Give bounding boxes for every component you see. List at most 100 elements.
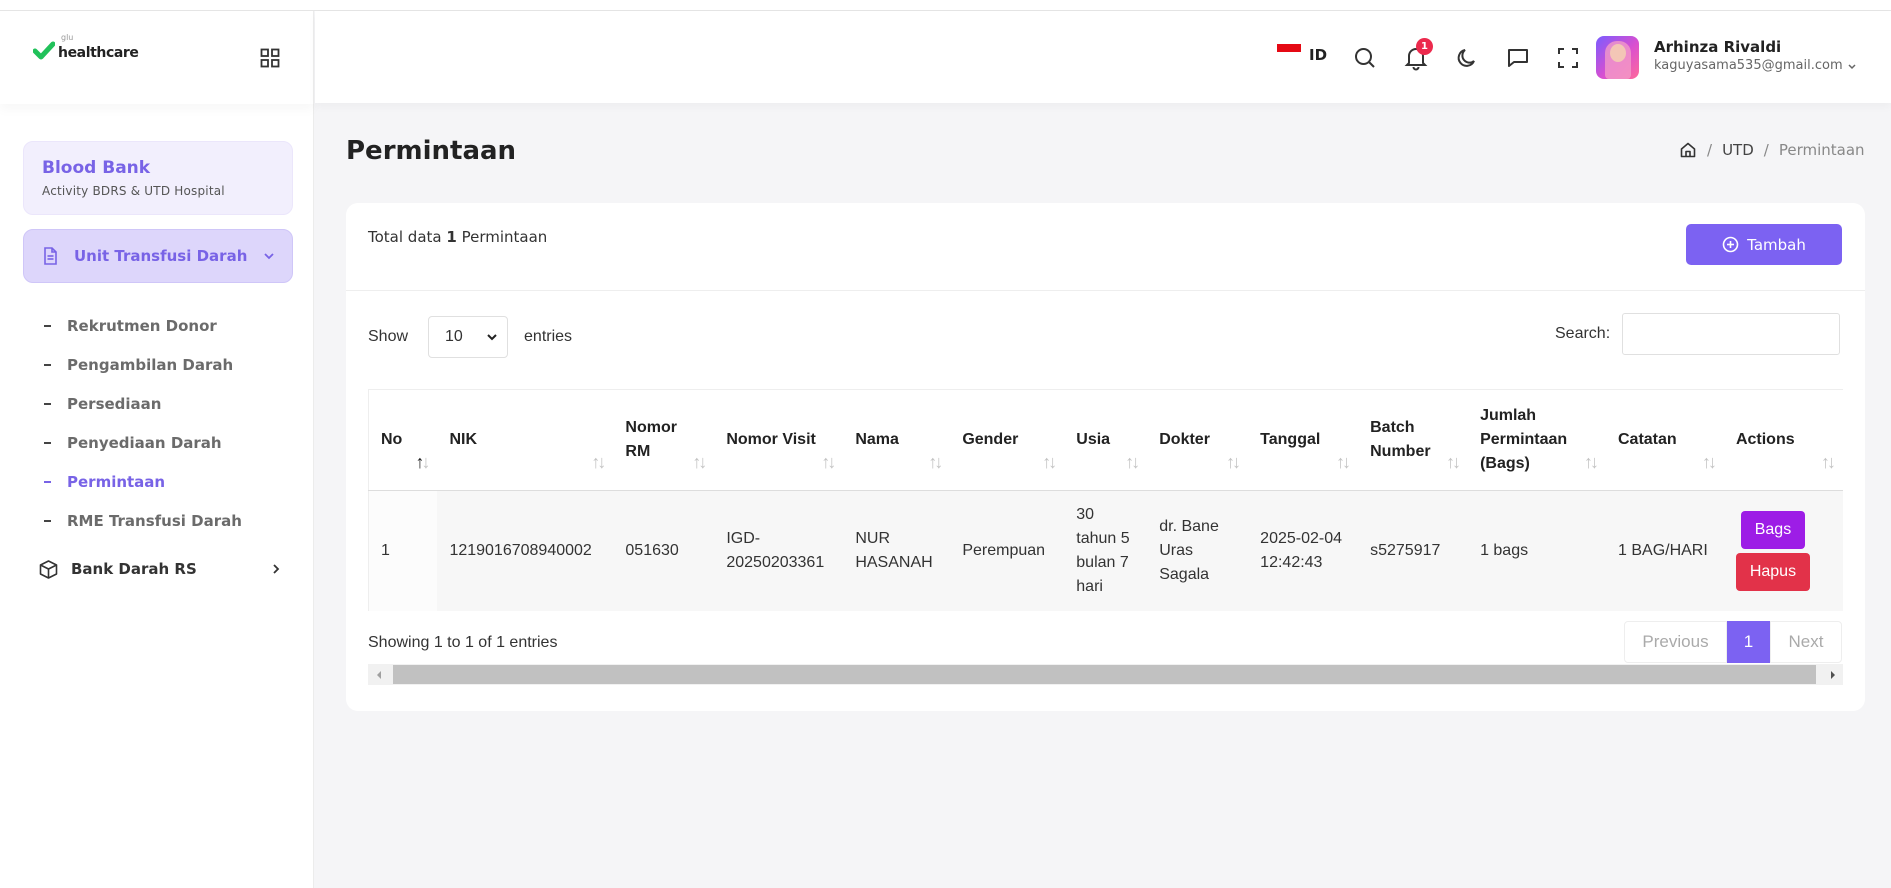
dash-icon — [44, 441, 51, 444]
cell-nama: NUR HASANAH — [843, 490, 951, 611]
cell-gender: Perempuan — [950, 490, 1065, 611]
blood-bank-subtitle: Activity BDRS & UTD Hospital — [42, 184, 225, 198]
sort-icon: ↑↓ — [1584, 452, 1599, 472]
pagination: Previous 1 Next — [1624, 621, 1842, 663]
pagination-page-1[interactable]: 1 — [1727, 621, 1770, 663]
table-container: No ↑↓ NIK ↑↓ Nomor RM ↑↓ Nomor Visit ↑↓ Nama… — [368, 389, 1843, 611]
bags-button[interactable]: Bags — [1740, 511, 1805, 549]
submenu-label: Rekrutmen Donor — [67, 316, 217, 335]
language-switcher[interactable]: ID — [1277, 44, 1328, 64]
col-actions[interactable]: Actions ↑↓ — [1723, 389, 1843, 491]
col-jumlah-permintaan[interactable]: Jumlah Permintaan (Bags) ↑↓ — [1468, 389, 1606, 491]
cell-batch-number: s5275917 — [1358, 490, 1469, 611]
submenu-item-permintaan[interactable]: Permintaan — [44, 462, 242, 501]
scroll-left-arrow-icon[interactable] — [368, 664, 389, 685]
dash-icon — [44, 324, 51, 327]
col-nomor-rm[interactable]: Nomor RM ↑↓ — [613, 389, 715, 491]
add-button[interactable]: Tambah — [1686, 224, 1842, 265]
chat-icon[interactable] — [1505, 45, 1531, 71]
moon-icon[interactable] — [1454, 45, 1480, 71]
logo-name: healthcare — [58, 44, 139, 61]
permintaan-table: No ↑↓ NIK ↑↓ Nomor RM ↑↓ Nomor Visit ↑↓ Nama… — [368, 389, 1843, 611]
sort-icon: ↑↓ — [928, 452, 943, 472]
chevron-down-icon — [487, 334, 497, 341]
dash-icon — [44, 480, 51, 483]
dash-icon — [44, 363, 51, 366]
col-gender[interactable]: Gender ↑↓ — [950, 389, 1065, 491]
sort-icon: ↑↓ — [591, 452, 606, 472]
sort-icon: ↑↓ — [821, 452, 836, 472]
cube-icon — [39, 559, 58, 579]
scrollbar-thumb[interactable] — [393, 665, 1816, 684]
sort-icon: ↑↓ — [1226, 452, 1241, 472]
col-nik[interactable]: NIK ↑↓ — [437, 389, 614, 491]
document-icon — [44, 247, 57, 265]
menu-unit-transfusi-darah[interactable]: Unit Transfusi Darah — [23, 229, 293, 283]
scroll-right-arrow-icon[interactable] — [1822, 664, 1843, 685]
col-nama[interactable]: Nama ↑↓ — [843, 389, 951, 491]
sort-icon: ↑↓ — [1125, 452, 1140, 472]
entries-control: Show 10 entries — [368, 316, 572, 358]
submenu-item-penyediaan-darah[interactable]: Penyediaan Darah — [44, 423, 242, 462]
submenu-label: Penyediaan Darah — [67, 433, 222, 452]
fullscreen-icon[interactable] — [1555, 45, 1581, 71]
submenu-label: Permintaan — [67, 472, 166, 491]
delete-button[interactable]: Hapus — [1735, 553, 1810, 591]
sort-icon: ↑↓ — [1446, 452, 1461, 472]
grid-menu-icon[interactable] — [260, 48, 280, 68]
pagination-next[interactable]: Next — [1770, 621, 1842, 663]
col-no[interactable]: No ↑↓ — [368, 389, 438, 491]
sidebar: glu healthcare Blood Bank Activity BDRS … — [0, 11, 314, 888]
breadcrumb-current: Permintaan — [1778, 141, 1865, 159]
logo-text: glu healthcare — [58, 33, 139, 61]
menu-bank-darah-rs[interactable]: Bank Darah RS — [38, 554, 283, 584]
cell-dokter: dr. Bane Uras Sagala — [1147, 490, 1249, 611]
user-menu[interactable]: Arhinza Rivaldi kaguyasama535@gmail.com — [1654, 38, 1857, 73]
permintaan-card: Total data 1 Permintaan Tambah Show 10 e… — [346, 203, 1865, 711]
breadcrumb: / UTD / Permintaan — [1679, 141, 1865, 159]
horizontal-scrollbar[interactable] — [368, 664, 1843, 685]
total-suffix: Permintaan — [461, 228, 548, 246]
col-tanggal[interactable]: Tanggal ↑↓ — [1248, 389, 1359, 491]
col-dokter[interactable]: Dokter ↑↓ — [1147, 389, 1249, 491]
indonesia-flag-icon — [1277, 44, 1301, 60]
logo[interactable]: glu healthcare — [33, 33, 139, 61]
sort-asc-icon: ↑↓ — [415, 452, 430, 472]
submenu-item-rekrutmen-donor[interactable]: Rekrutmen Donor — [44, 306, 242, 345]
logo-area: glu healthcare — [0, 11, 314, 104]
home-icon[interactable] — [1679, 141, 1697, 159]
submenu-item-rme-transfusi-darah[interactable]: RME Transfusi Darah — [44, 501, 242, 540]
search-control: Search: — [1555, 313, 1841, 355]
page-title: Permintaan — [346, 136, 517, 166]
entries-value: 10 — [445, 328, 463, 345]
pagination-previous[interactable]: Previous — [1624, 621, 1727, 663]
submenu-label: Pengambilan Darah — [67, 355, 234, 374]
cell-tanggal: 2025-02-04 12:42:43 — [1248, 490, 1359, 611]
col-nomor-visit[interactable]: Nomor Visit ↑↓ — [714, 389, 844, 491]
breadcrumb-utd[interactable]: UTD — [1722, 141, 1754, 159]
cell-jumlah: 1 bags — [1468, 490, 1606, 611]
sort-icon: ↑↓ — [1042, 452, 1057, 472]
search-input[interactable] — [1622, 313, 1841, 355]
cell-actions: Bags Hapus — [1723, 490, 1843, 611]
table-header-row: No ↑↓ NIK ↑↓ Nomor RM ↑↓ Nomor Visit ↑↓ Nama… — [368, 389, 1843, 491]
entries-select[interactable]: 10 — [428, 316, 509, 358]
cell-usia: 30 tahun 5 bulan 7 hari — [1064, 490, 1148, 611]
blood-bank-title: Blood Bank — [42, 158, 151, 178]
submenu-item-pengambilan-darah[interactable]: Pengambilan Darah — [44, 345, 242, 384]
plus-circle-icon — [1722, 236, 1739, 253]
search-icon[interactable] — [1352, 45, 1378, 71]
col-usia[interactable]: Usia ↑↓ — [1064, 389, 1148, 491]
entries-label: entries — [524, 328, 573, 345]
user-avatar[interactable] — [1596, 36, 1639, 79]
col-catatan[interactable]: Catatan ↑↓ — [1606, 389, 1724, 491]
user-email: kaguyasama535@gmail.com — [1654, 58, 1843, 73]
submenu: Rekrutmen Donor Pengambilan Darah Persed… — [44, 306, 242, 540]
col-batch-number[interactable]: Batch Number ↑↓ — [1358, 389, 1469, 491]
dash-icon — [44, 519, 51, 522]
chevron-right-icon — [273, 564, 280, 574]
language-code: ID — [1309, 46, 1328, 64]
top-header: ID 1 Arhinza Rivaldi kaguyasama535@gmail… — [315, 11, 1891, 103]
submenu-label: RME Transfusi Darah — [67, 511, 242, 530]
submenu-item-persediaan[interactable]: Persediaan — [44, 384, 242, 423]
